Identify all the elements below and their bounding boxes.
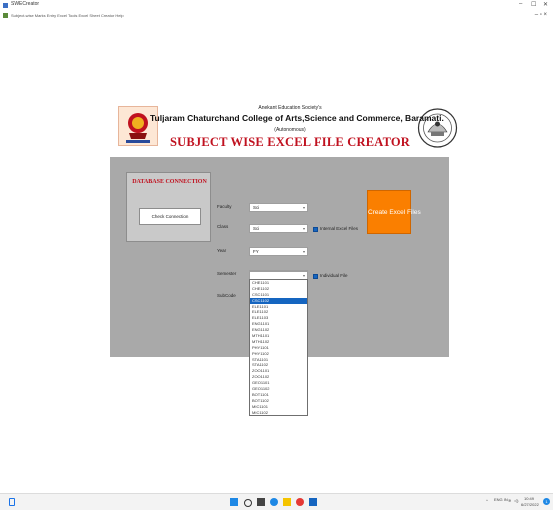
check-connection-button[interactable]: Check Connection [139, 208, 201, 225]
taskbar: ^ ENG IN ≋ ◁) 10:49 6/27/2022 1 [0, 493, 553, 510]
close-button[interactable]: ✕ [543, 1, 548, 8]
edge-icon[interactable] [270, 498, 278, 506]
menu-bar: Subject-wise Marks Entry Excel Tools Exc… [0, 11, 553, 21]
subcode-label: SubCode [217, 293, 236, 298]
year-select[interactable]: FY ▾ [249, 247, 308, 256]
semester-label: Semester [217, 271, 237, 276]
individual-file-label: Individual File [320, 273, 348, 278]
subcode-dropdown-list[interactable]: CHE1101 CHE1102 CSC1101 CSC1102 ELE1101 ELE11… [249, 279, 308, 416]
year-label: Year [217, 248, 227, 253]
notification-badge[interactable]: 1 [543, 498, 550, 505]
volume-icon[interactable]: ◁) [514, 498, 518, 503]
clock-time[interactable]: 10:49 [524, 496, 534, 501]
mdi-window-controls[interactable]: – ▫ × [535, 12, 547, 18]
language-indicator[interactable]: ENG IN [494, 497, 508, 502]
individual-file-checkbox[interactable] [313, 274, 318, 279]
window-title: SWECreator [11, 1, 40, 7]
autonomous-label: (Autonomous) [274, 127, 306, 133]
database-connection-box: DATABASE CONNECTION Check Connection [126, 172, 211, 242]
maximize-button[interactable]: ☐ [531, 1, 536, 8]
task-view-icon[interactable] [257, 498, 265, 506]
menu-app-icon [3, 13, 8, 18]
title-bar: SWECreator – ☐ ✕ [0, 0, 553, 11]
chevron-down-icon: ▾ [302, 226, 305, 231]
search-icon[interactable] [244, 499, 252, 507]
menu-items[interactable]: Subject-wise Marks Entry Excel Tools Exc… [11, 13, 124, 18]
tray-chevron-icon[interactable]: ^ [486, 498, 488, 503]
app-icon [3, 3, 8, 8]
minimize-button[interactable]: – [519, 1, 522, 7]
database-connection-title: DATABASE CONNECTION [132, 179, 207, 185]
taskview-icon[interactable] [9, 498, 15, 506]
chevron-down-icon: ▾ [302, 205, 305, 210]
college-name: Tuljaram Chaturchand College of Arts,Sci… [150, 113, 444, 123]
class-select-value: Sci [253, 226, 260, 231]
network-icon[interactable]: ≋ [508, 498, 511, 503]
clock-date[interactable]: 6/27/2022 [521, 502, 539, 507]
chevron-down-icon: ▾ [302, 249, 305, 254]
start-icon[interactable] [230, 498, 238, 506]
faculty-select-value: Sci [253, 205, 260, 210]
internal-excel-label: Internal Excel Files [320, 226, 359, 231]
create-excel-files-button[interactable]: Create Excel Files [367, 190, 421, 234]
class-select[interactable]: Sci ▾ [249, 224, 308, 233]
faculty-label: Faculty [217, 204, 232, 209]
society-name: Anekant Education Society's [258, 105, 322, 111]
app-main-title: SUBJECT WISE EXCEL FILE CREATOR [169, 135, 411, 149]
internal-excel-checkbox[interactable] [313, 227, 318, 232]
app-taskbar-icon[interactable] [309, 498, 317, 506]
chrome-icon[interactable] [296, 498, 304, 506]
year-select-value: FY [253, 249, 259, 254]
faculty-select[interactable]: Sci ▾ [249, 203, 308, 212]
dropdown-option[interactable]: BIO1101 [250, 415, 307, 416]
file-explorer-icon[interactable] [283, 498, 291, 506]
class-label: Class [217, 224, 229, 229]
